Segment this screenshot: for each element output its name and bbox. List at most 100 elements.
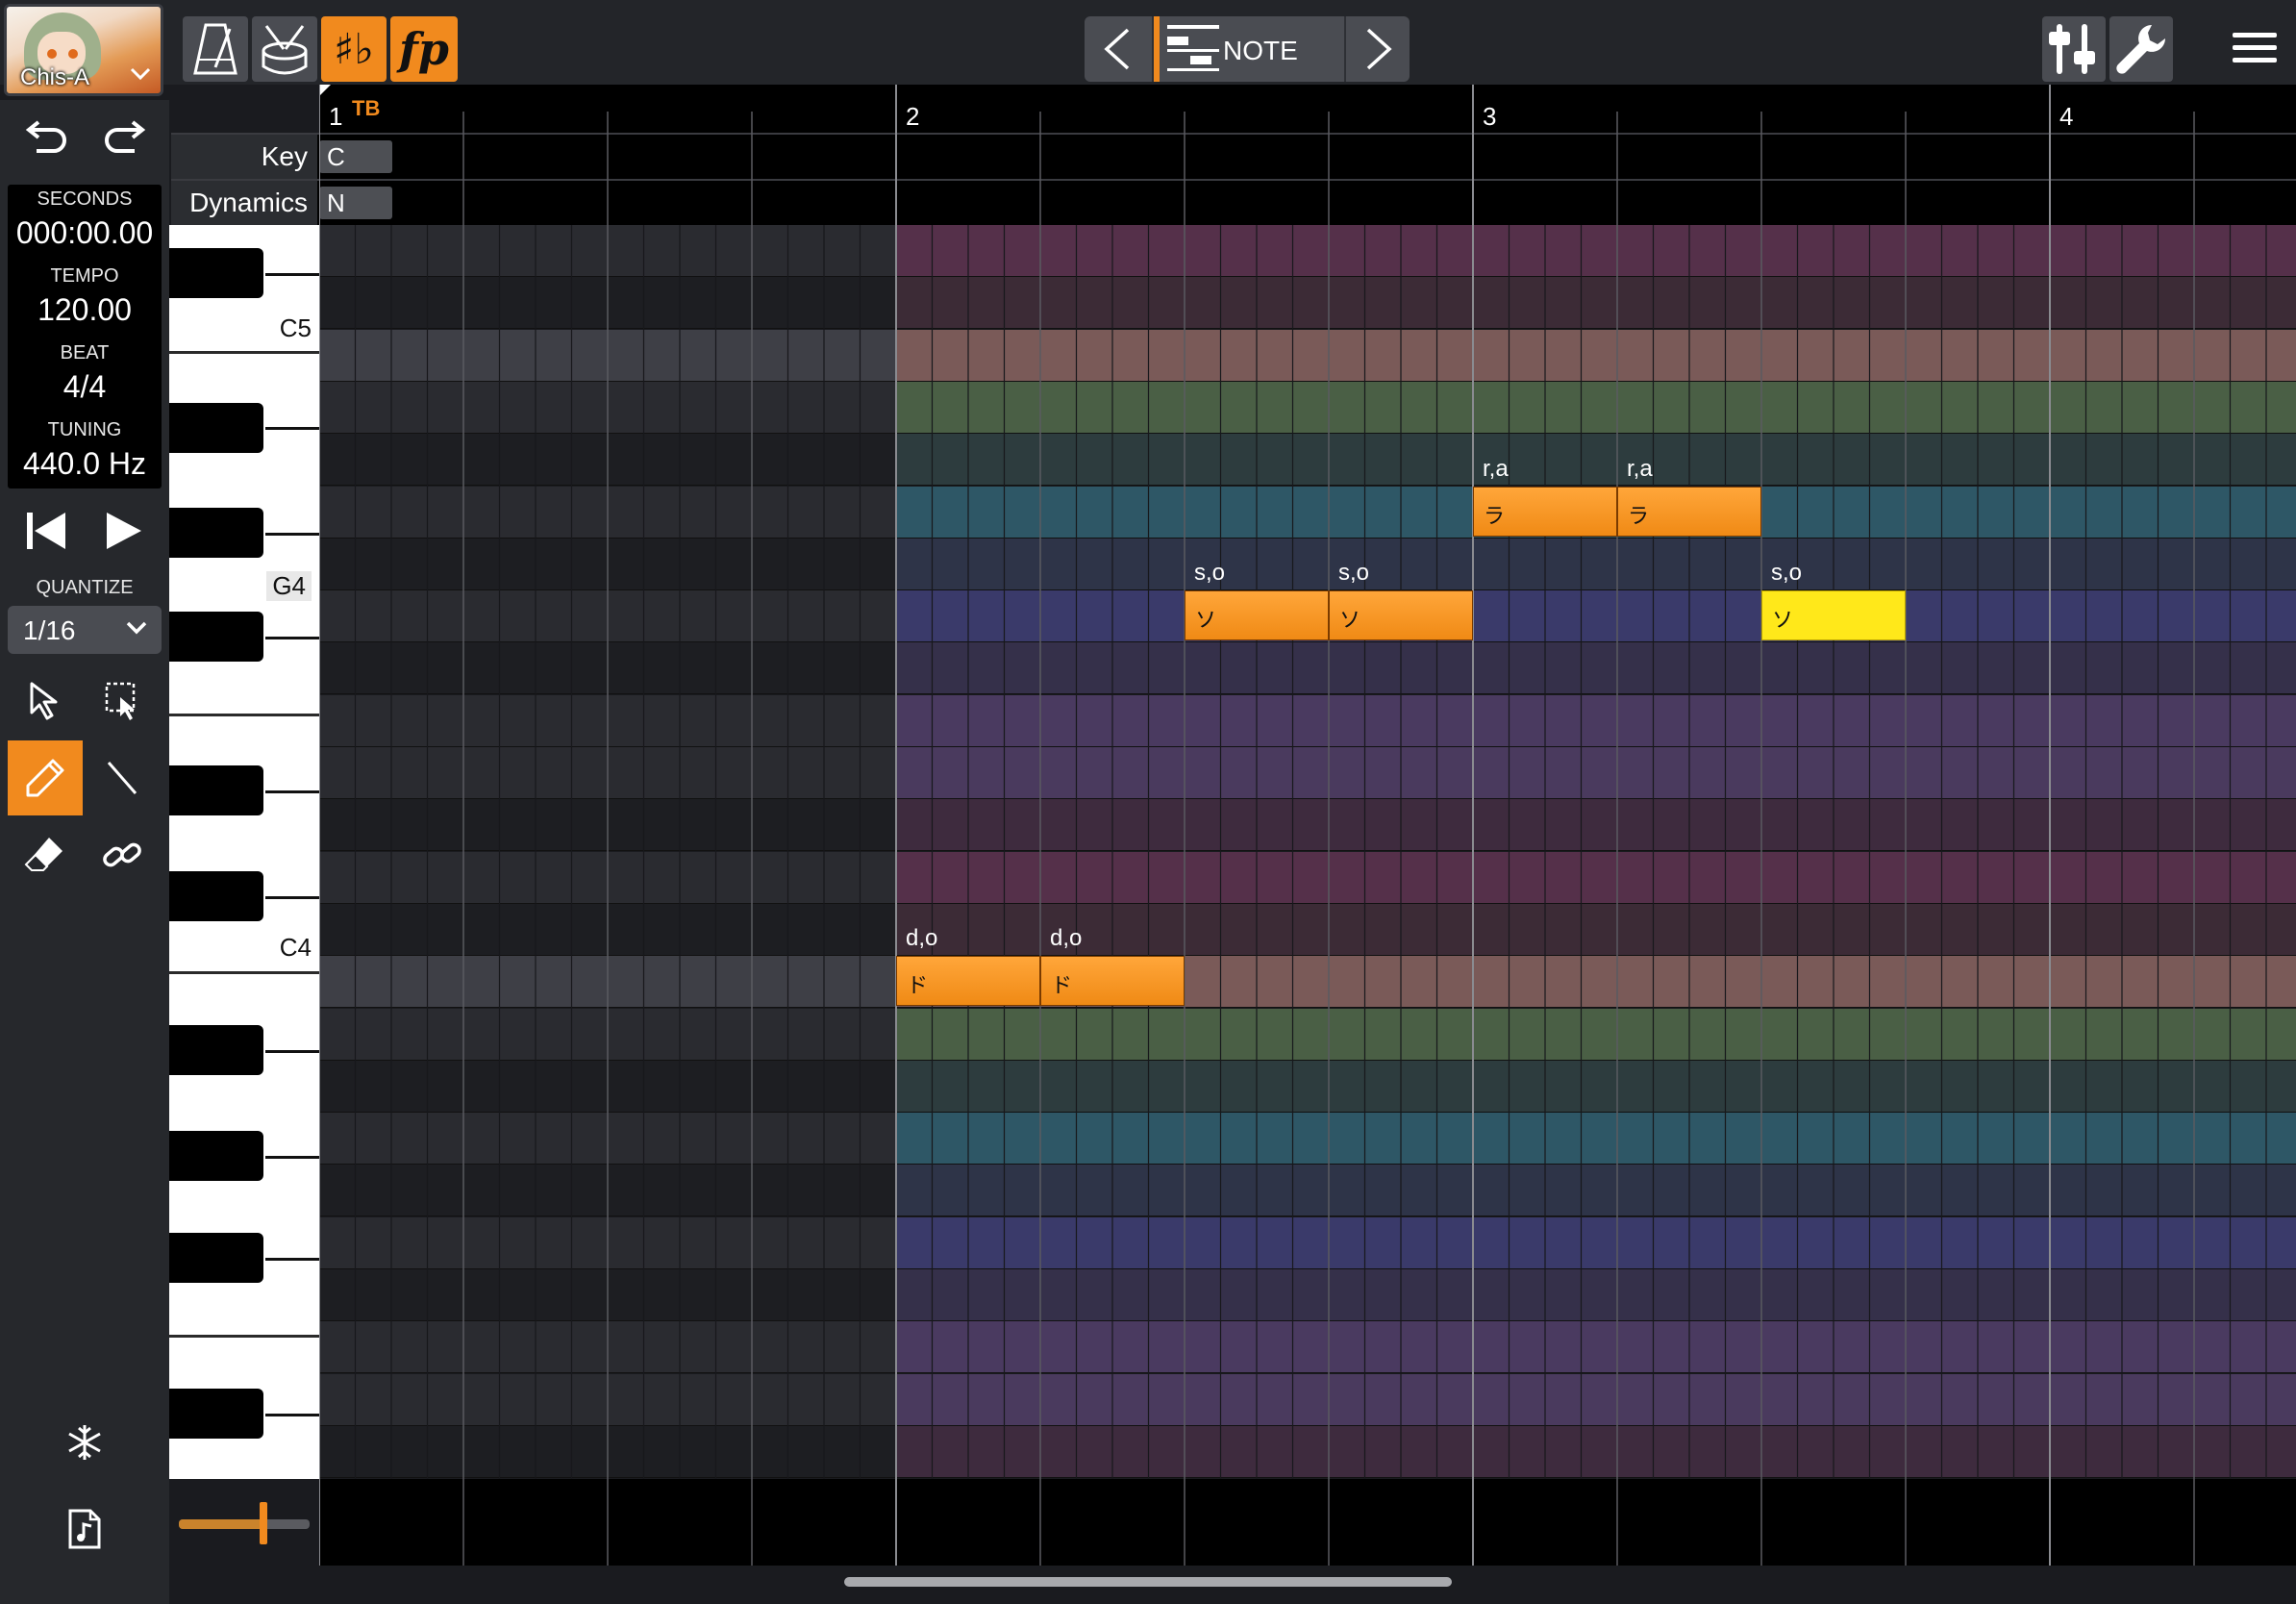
drum-button[interactable]: [252, 16, 317, 82]
black-key[interactable]: [169, 871, 263, 921]
key-label-c5: C5: [279, 313, 312, 342]
note-lyric: d,o: [1050, 925, 1083, 952]
file-button[interactable]: [54, 1500, 115, 1558]
black-key[interactable]: [169, 403, 263, 453]
black-key[interactable]: [169, 1025, 263, 1075]
dynamics-chip[interactable]: N: [319, 187, 392, 219]
line-tool[interactable]: [85, 740, 160, 815]
play-icon: [107, 513, 141, 549]
metronome-icon: [193, 23, 237, 75]
note-kana: ソ: [1195, 608, 1217, 633]
note-lyric: s,o: [1338, 560, 1370, 587]
tempo-beat-marker[interactable]: TB: [352, 96, 380, 121]
note-mode-icon: [1167, 25, 1219, 71]
pencil-tool[interactable]: [8, 740, 83, 815]
tempo-value[interactable]: 120.00: [8, 292, 162, 328]
note[interactable]: ド: [896, 956, 1040, 1007]
note-lyric: s,o: [1771, 560, 1803, 587]
bar-ruler[interactable]: 1 TB 2 3 4: [319, 85, 2296, 133]
mixer-button[interactable]: [2042, 16, 2106, 82]
link-tool[interactable]: [85, 817, 160, 892]
note-kana: ラ: [1484, 503, 1506, 528]
mixer-sliders-icon: [2049, 24, 2095, 74]
snowflake-icon: [68, 1425, 101, 1460]
prev-mode-button[interactable]: [1085, 16, 1150, 82]
singer-name: Chis-A: [20, 64, 90, 90]
rewind-button[interactable]: [10, 504, 83, 558]
note-lyric: d,o: [906, 925, 938, 952]
hamburger-menu-icon: [2233, 33, 2277, 63]
chevron-right-icon: [1366, 28, 1392, 70]
select-tool[interactable]: [8, 664, 83, 739]
piano-keyboard[interactable]: C5 G4 C4: [169, 225, 319, 1479]
black-key[interactable]: [169, 1233, 263, 1283]
black-key[interactable]: [169, 1389, 263, 1439]
chevron-down-icon: [125, 614, 148, 647]
black-key[interactable]: [169, 508, 263, 558]
redo-icon: [105, 120, 146, 153]
key-label-g4: G4: [266, 571, 312, 601]
eraser-tool[interactable]: [8, 817, 83, 892]
note[interactable]: ソ: [1329, 590, 1473, 641]
zoom-slider-thumb[interactable]: [260, 1502, 267, 1544]
transport-info-panel: SECONDS 000:00.00 TEMPO 120.00 BEAT 4/4 …: [8, 185, 162, 489]
redo-button[interactable]: [90, 108, 158, 165]
marquee-select-icon: [105, 682, 136, 720]
tuning-value[interactable]: 440.0 Hz: [8, 446, 162, 482]
bar-number: 2: [906, 102, 920, 131]
key-chip[interactable]: C: [319, 140, 392, 173]
zoom-slider-fill: [179, 1519, 265, 1529]
play-button[interactable]: [87, 504, 160, 558]
note-kana: ソ: [1339, 608, 1361, 633]
settings-button[interactable]: [2109, 16, 2173, 82]
accidentals-button[interactable]: ♯♭: [321, 16, 387, 82]
main-menu-button[interactable]: [2221, 19, 2288, 77]
line-icon: [107, 762, 137, 794]
key-track: Key C: [171, 133, 2296, 179]
dynamics-button[interactable]: fp: [390, 16, 458, 82]
home-indicator: [844, 1577, 1452, 1587]
pencil-icon: [26, 759, 64, 797]
note[interactable]: ド: [1040, 956, 1185, 1007]
notes-layer: d,o ド d,o ド s,o ソ s,o ソ r,a ラ r,a ラ s,o ソ: [319, 225, 2296, 1479]
skip-to-start-icon: [27, 513, 65, 549]
black-key[interactable]: [169, 1131, 263, 1181]
note[interactable]: ソ: [1185, 590, 1329, 641]
note-kana: ド: [1051, 973, 1073, 998]
black-key[interactable]: [169, 248, 263, 298]
black-key[interactable]: [169, 612, 263, 662]
seconds-value: 000:00.00: [15, 215, 154, 250]
mode-selector[interactable]: NOTE: [1152, 16, 1344, 82]
tempo-label: TEMPO: [50, 265, 119, 287]
key-track-label: Key: [171, 135, 317, 179]
black-key[interactable]: [169, 765, 263, 815]
marquee-select-tool[interactable]: [85, 664, 160, 739]
link-icon: [103, 842, 141, 867]
selected-note[interactable]: ソ: [1761, 590, 1906, 641]
next-mode-button[interactable]: [1344, 16, 1410, 82]
key-label-c4: C4: [279, 933, 312, 962]
note[interactable]: ラ: [1617, 486, 1761, 537]
note[interactable]: ラ: [1473, 486, 1617, 537]
dynamics-fp-icon: fp: [399, 23, 449, 75]
dynamics-track: Dynamics N: [171, 179, 2296, 227]
seconds-label: SECONDS: [37, 188, 133, 210]
freeze-button[interactable]: [54, 1414, 115, 1471]
quantize-select[interactable]: 1/16: [8, 606, 162, 654]
bar-number: 1: [329, 102, 343, 131]
eraser-icon: [24, 838, 62, 871]
arrow-cursor-icon: [30, 682, 58, 720]
chevron-left-icon: [1104, 28, 1130, 70]
mode-label: NOTE: [1223, 36, 1298, 65]
note-lyric: r,a: [1627, 455, 1653, 482]
metronome-button[interactable]: [183, 16, 248, 82]
undo-button[interactable]: [13, 108, 81, 165]
note-kana: ド: [907, 973, 929, 998]
note-lyric: r,a: [1483, 455, 1509, 482]
music-file-icon: [68, 1509, 101, 1549]
parameter-lane[interactable]: [319, 1479, 2296, 1566]
note-kana: ラ: [1628, 503, 1650, 528]
beat-value[interactable]: 4/4: [8, 369, 162, 405]
sharp-flat-icon: ♯♭: [333, 24, 375, 74]
singer-selector[interactable]: Chis-A: [4, 4, 163, 96]
